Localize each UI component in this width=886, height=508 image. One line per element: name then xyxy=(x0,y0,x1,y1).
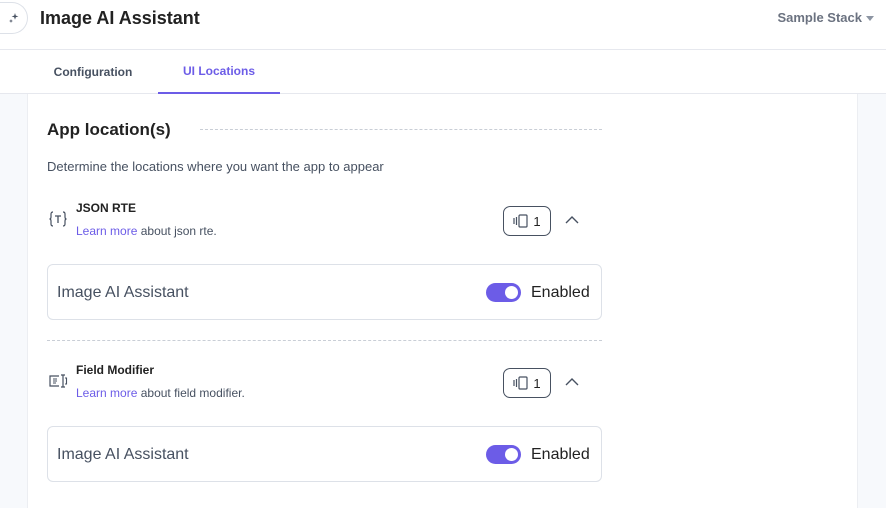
stack-selector-label: Sample Stack xyxy=(777,10,862,25)
caret-down-icon xyxy=(866,16,874,21)
location-count: 1 xyxy=(533,375,541,391)
stack-selector[interactable]: Sample Stack xyxy=(777,10,874,26)
tab-bar: Configuration UI Locations xyxy=(0,50,886,94)
tab-configuration[interactable]: Configuration xyxy=(28,50,158,94)
toggle-knob xyxy=(505,286,518,299)
device-icon xyxy=(513,214,528,228)
location-item-name: Image AI Assistant xyxy=(57,284,189,301)
learn-more-link[interactable]: Learn more xyxy=(76,386,137,400)
location-subtitle: Learn more about json rte. xyxy=(76,223,217,239)
location-item-name: Image AI Assistant xyxy=(57,446,189,463)
learn-more-link[interactable]: Learn more xyxy=(76,224,137,238)
field-modifier-icon xyxy=(47,370,69,392)
toggle-status-label: Enabled xyxy=(531,446,590,463)
json-rte-icon xyxy=(47,208,69,230)
learn-more-about: about json rte. xyxy=(140,224,217,238)
enable-toggle[interactable] xyxy=(486,445,521,464)
location-item: Image AI Assistant Enabled xyxy=(47,426,602,482)
location-name-json-rte: JSON RTE xyxy=(76,201,137,215)
location-name-field-modifier: Field Modifier xyxy=(76,363,154,377)
section-description: Determine the locations where you want t… xyxy=(47,159,384,174)
sparkle-icon[interactable] xyxy=(0,2,28,34)
section-title: App location(s) xyxy=(47,120,171,139)
app-title: Image AI Assistant xyxy=(40,8,200,28)
location-item: Image AI Assistant Enabled xyxy=(47,264,602,320)
device-icon xyxy=(513,376,528,390)
location-count-badge[interactable]: 1 xyxy=(503,368,551,398)
section-divider xyxy=(47,340,602,341)
location-count-badge[interactable]: 1 xyxy=(503,206,551,236)
title-divider xyxy=(200,129,602,130)
tab-ui-locations[interactable]: UI Locations xyxy=(158,50,280,94)
chevron-up-icon[interactable] xyxy=(562,372,582,392)
enable-toggle[interactable] xyxy=(486,283,521,302)
learn-more-about: about field modifier. xyxy=(140,386,245,400)
toggle-knob xyxy=(505,448,518,461)
location-subtitle: Learn more about field modifier. xyxy=(76,385,245,401)
chevron-up-icon[interactable] xyxy=(562,210,582,230)
app-header: Image AI Assistant Sample Stack xyxy=(0,0,886,50)
toggle-status-label: Enabled xyxy=(531,284,590,301)
location-count: 1 xyxy=(533,213,541,229)
